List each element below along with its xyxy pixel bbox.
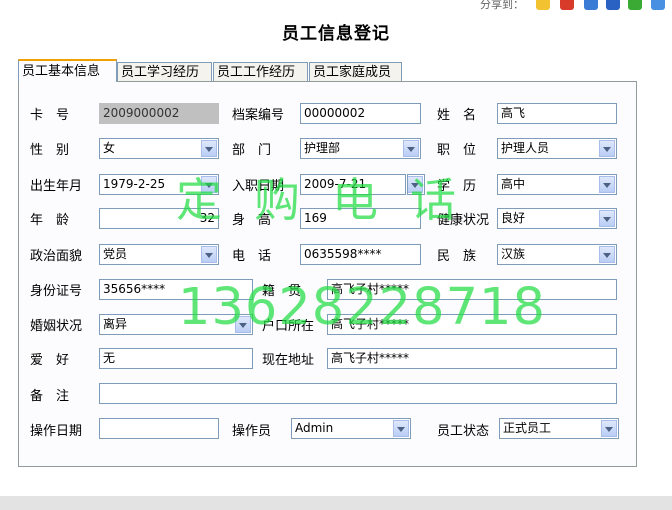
- age-label: 年 龄: [30, 213, 70, 228]
- share-label: 分享到：: [480, 0, 524, 11]
- share-more-icon[interactable]: [651, 0, 665, 10]
- birth-value: 1979-2-25: [103, 177, 166, 191]
- ethnic-label: 民 族: [437, 249, 477, 264]
- share-renren-icon[interactable]: [606, 0, 620, 10]
- opdate-label: 操作日期: [30, 424, 83, 439]
- edu-value: 高中: [501, 175, 525, 194]
- phone-field[interactable]: 0635598****: [300, 244, 421, 265]
- dept-value: 护理部: [304, 139, 340, 158]
- phone-label: 电 话: [232, 249, 272, 264]
- gender-value: 女: [103, 139, 115, 158]
- health-select[interactable]: 良好: [497, 208, 617, 229]
- gender-dropdown-icon[interactable]: [201, 140, 217, 157]
- remark-field[interactable]: [99, 383, 617, 404]
- dept-select[interactable]: 护理部: [300, 138, 421, 159]
- politics-select[interactable]: 党员: [99, 244, 219, 265]
- gender-select[interactable]: 女: [99, 138, 219, 159]
- position-select[interactable]: 护理人员: [497, 138, 617, 159]
- tab-family-members[interactable]: 员工家庭成员: [309, 62, 402, 81]
- watermark-phone-number: 13628228718: [178, 278, 546, 337]
- remark-label: 备 注: [30, 389, 70, 404]
- hobby-field[interactable]: 无: [99, 348, 253, 369]
- status-bar: [0, 496, 672, 510]
- operator-select[interactable]: Admin: [291, 418, 411, 439]
- tab-study-history[interactable]: 员工学习经历: [117, 62, 212, 81]
- share-qzone-icon[interactable]: [584, 0, 598, 10]
- file-no-label: 档案编号: [232, 108, 285, 123]
- health-value: 良好: [501, 209, 525, 228]
- gender-label: 性 别: [30, 143, 70, 158]
- marital-label: 婚姻状况: [30, 319, 83, 334]
- operator-label: 操作员: [232, 424, 272, 439]
- name-label: 姓 名: [437, 108, 477, 123]
- edu-dropdown-icon[interactable]: [599, 176, 615, 193]
- status-label: 员工状态: [437, 424, 490, 439]
- position-dropdown-icon[interactable]: [599, 140, 615, 157]
- marital-value: 离异: [103, 315, 127, 334]
- share-wechat-icon[interactable]: [628, 0, 642, 10]
- file-no-field[interactable]: 00000002: [300, 103, 421, 124]
- ethnic-value: 汉族: [501, 245, 525, 264]
- politics-dropdown-icon[interactable]: [201, 246, 217, 263]
- ethnic-dropdown-icon[interactable]: [599, 246, 615, 263]
- watermark-order-phone-label: 定购电话: [176, 173, 488, 227]
- operator-value: Admin: [295, 419, 333, 438]
- top-bar: 分享到：: [0, 0, 672, 14]
- idno-label: 身份证号: [30, 284, 83, 299]
- address-label: 现在地址: [262, 353, 315, 368]
- name-field[interactable]: 高飞: [497, 103, 617, 124]
- page-title: 员工信息登记: [282, 24, 390, 44]
- politics-label: 政治面貌: [30, 249, 83, 264]
- status-value: 正式员工: [503, 419, 551, 438]
- dept-dropdown-icon[interactable]: [403, 140, 419, 157]
- edu-select[interactable]: 高中: [497, 174, 617, 195]
- health-dropdown-icon[interactable]: [599, 210, 615, 227]
- address-field[interactable]: 高飞子村*****: [327, 348, 617, 369]
- ethnic-select[interactable]: 汉族: [497, 244, 617, 265]
- status-dropdown-icon[interactable]: [601, 420, 617, 437]
- tab-basic-info[interactable]: 员工基本信息: [18, 59, 117, 82]
- hobby-label: 爱 好: [30, 353, 70, 368]
- share-star-icon[interactable]: [536, 0, 550, 10]
- birth-label: 出生年月: [30, 179, 83, 194]
- status-select[interactable]: 正式员工: [499, 418, 619, 439]
- card-no-field: 2009000002: [99, 103, 219, 124]
- position-label: 职 位: [437, 143, 477, 158]
- dept-label: 部 门: [232, 143, 272, 158]
- position-value: 护理人员: [501, 139, 549, 158]
- operator-dropdown-icon[interactable]: [393, 420, 409, 437]
- card-no-label: 卡 号: [30, 108, 70, 123]
- share-weibo-icon[interactable]: [560, 0, 574, 10]
- opdate-field[interactable]: [99, 418, 219, 439]
- tab-work-history[interactable]: 员工工作经历: [213, 62, 308, 81]
- politics-value: 党员: [103, 245, 127, 264]
